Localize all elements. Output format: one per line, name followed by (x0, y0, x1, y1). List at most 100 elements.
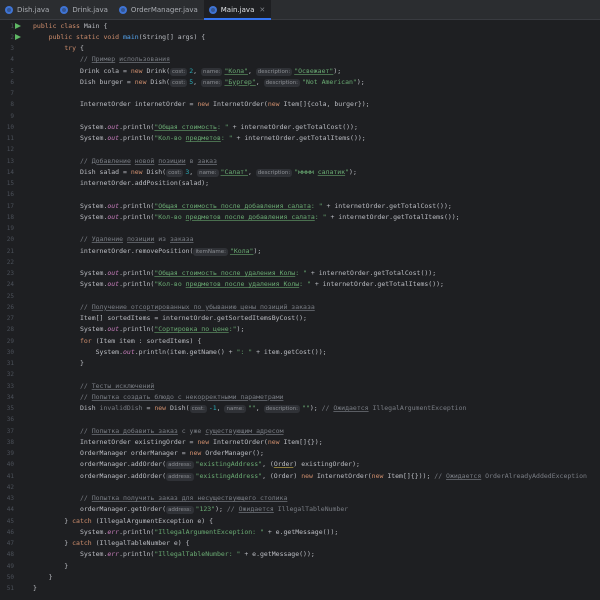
code-line[interactable]: 31 } (0, 358, 600, 369)
code-line[interactable]: 38 InternetOrder existingOrder = new Int… (0, 437, 600, 448)
code-token: "Кол-во (154, 212, 186, 221)
tab-dish-java[interactable]: Dish.java (0, 0, 55, 19)
parameter-hint: cost: (169, 67, 188, 76)
code-token: Order (273, 460, 294, 469)
code-line[interactable]: 46 System.err.println("IllegalArgumentEx… (0, 527, 600, 538)
code-line[interactable]: 8 InternetOrder internetOrder = new Inte… (0, 99, 600, 110)
code-line[interactable]: 7 (0, 88, 600, 99)
code-text: Item[] sortedItems = internetOrder.getSo… (33, 313, 307, 324)
line-number: 17 (6, 202, 14, 210)
code-line[interactable]: 28 System.out.println("Сортировка по цен… (0, 324, 600, 335)
tab-main-java[interactable]: Main.java ✕ (203, 0, 272, 20)
code-editor[interactable]: 1 public class Main {2 public static void… (0, 20, 600, 600)
code-token: "Салат" (220, 167, 248, 176)
code-line[interactable]: 36 (0, 414, 600, 425)
code-text: System.out.println("Общая стоимость: " +… (33, 122, 358, 133)
code-line[interactable]: 13 // Добавление новой позиции в заказ (0, 156, 600, 167)
code-line[interactable]: 50 } (0, 572, 600, 583)
code-line[interactable]: 44 orderManager.getOrder(address: "123");… (0, 504, 600, 515)
line-number: 49 (6, 562, 14, 570)
code-token: позиции (126, 235, 155, 244)
code-line[interactable]: 32 (0, 369, 600, 380)
code-token: = (142, 404, 155, 412)
tab-ordermanager-java[interactable]: OrderManager.java (114, 0, 204, 19)
code-line[interactable]: 4 // Пример использования (0, 54, 600, 65)
code-text: System.err.println("IllegalArgumentExcep… (33, 527, 338, 538)
run-gutter-icon[interactable] (15, 22, 21, 29)
code-line[interactable]: 40 orderManager.addOrder(address: "existi… (0, 459, 600, 470)
code-line[interactable]: 51} (0, 583, 600, 594)
code-line[interactable]: 47 } catch (IllegalTableNumber e) { (0, 538, 600, 549)
code-line[interactable]: 16 (0, 189, 600, 200)
code-token: Dish burger = (33, 77, 135, 86)
code-line[interactable]: 45 } catch (IllegalArgumentException e) … (0, 516, 600, 527)
code-token: new (189, 449, 206, 457)
code-line[interactable]: 35 Dish invalidDish = new Dish(cost: -1, … (0, 403, 600, 414)
code-line[interactable]: 33 // Тесты исключений (0, 381, 600, 392)
code-token: "" (247, 404, 256, 412)
code-line[interactable]: 48 System.err.println("IllegalTableNumbe… (0, 549, 600, 560)
code-line[interactable]: 34 // Попытка создать блюдо с некорректн… (0, 392, 600, 403)
code-line[interactable]: 22 (0, 257, 600, 268)
code-token: Добавление (91, 156, 131, 165)
code-token: System. (33, 347, 124, 356)
code-line[interactable]: 10 System.out.println("Общая стоимость: … (0, 122, 600, 133)
code-line[interactable]: 26 // Получение отсортированных по убыва… (0, 302, 600, 313)
code-line[interactable]: 49 } (0, 561, 600, 572)
tab-drink-java[interactable]: Drink.java (55, 0, 114, 19)
code-token: new (197, 100, 214, 109)
code-token: for (79, 336, 96, 345)
code-line[interactable]: 3 try { (0, 43, 600, 54)
code-line[interactable]: 12 (0, 144, 600, 155)
code-token: System. (33, 201, 108, 210)
code-token: , (193, 66, 201, 75)
code-text: orderManager.addOrder(address: "existingA… (33, 471, 587, 482)
code-line[interactable]: 23 System.out.println("Общая стоимость п… (0, 268, 600, 279)
code-line[interactable]: 29 for (Item item : sortedItems) { (0, 336, 600, 347)
code-text: // Попытка получить заказ для несуществу… (33, 493, 287, 504)
line-number: 29 (6, 337, 14, 345)
code-line[interactable]: 15 internetOrder.addPosition(salad); (0, 178, 600, 189)
code-line[interactable]: 24 System.out.println("Кол-во предметов … (0, 279, 600, 290)
code-token: InternetOrder internetOrder = (33, 100, 198, 109)
code-token: + internetOrder.getTotalItems()); (326, 212, 460, 221)
code-line[interactable]: 37 // Попытка добавить заказ с уже сущес… (0, 426, 600, 437)
code-line[interactable]: 18 System.out.println("Кол-во предметов … (0, 212, 600, 223)
code-line[interactable]: 6 Dish burger = new Dish(cost: 5, name: "Б… (0, 77, 600, 88)
code-line[interactable]: 19 (0, 223, 600, 234)
code-line[interactable]: 27 Item[] sortedItems = internetOrder.ge… (0, 313, 600, 324)
run-gutter-icon[interactable] (15, 33, 21, 40)
line-number: 11 (6, 135, 14, 142)
parameter-hint: cost: (169, 78, 188, 87)
code-line[interactable]: 14 Dish salad = new Dish(cost: 3, name: "С… (0, 167, 600, 178)
code-line[interactable]: 30 System.out.println(item.getName() + "… (0, 347, 600, 358)
code-token: .println( (119, 201, 155, 210)
code-line[interactable]: 11 System.out.println("Кол-во предметов:… (0, 133, 600, 144)
code-line[interactable]: 43 // Попытка получить заказ для несущес… (0, 493, 600, 504)
code-line[interactable]: 17 System.out.println("Общая стоимость п… (0, 201, 600, 212)
code-line[interactable]: 41 orderManager.addOrder(address: "existi… (0, 471, 600, 482)
code-token: .println( (119, 550, 155, 559)
code-token: (String[] args) { (138, 32, 206, 41)
line-number: 10 (6, 123, 14, 131)
code-line[interactable]: 39 OrderManager orderManager = new Order… (0, 448, 600, 459)
line-number: 51 (6, 585, 14, 592)
code-line[interactable]: 1 public class Main { (0, 21, 600, 32)
parameter-hint: description: (255, 67, 293, 76)
code-line[interactable]: 9 (0, 111, 600, 122)
code-line[interactable]: 5 Drink cola = new Drink(cost: 2, name: "К… (0, 66, 600, 77)
code-line[interactable]: 2 public static void main(String[] args)… (0, 32, 600, 43)
code-token: out (123, 347, 135, 356)
code-token: .println( (119, 212, 155, 221)
tab-label: Main.java (220, 5, 255, 14)
code-line[interactable]: 20 // Удаление позиции из заказа (0, 234, 600, 245)
code-token: catch (72, 516, 96, 525)
code-line[interactable]: 25 (0, 291, 600, 302)
close-tab-icon[interactable]: ✕ (259, 6, 265, 14)
code-line[interactable]: 21 internetOrder.removePosition(itemName… (0, 246, 600, 257)
code-token: "Кол-во (154, 134, 186, 142)
code-line[interactable]: 42 (0, 482, 600, 493)
code-text: // Попытка создать блюдо с некорректными… (33, 392, 284, 403)
